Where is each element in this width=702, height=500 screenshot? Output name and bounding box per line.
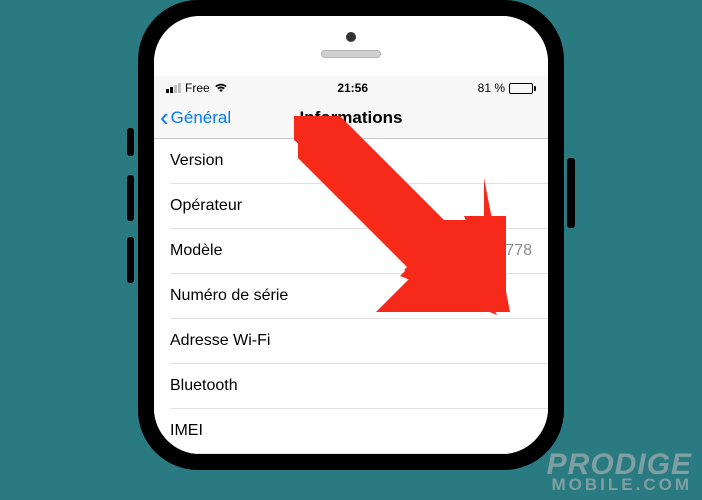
row-label: Opérateur: [170, 197, 242, 215]
row-label: Numéro de série: [170, 287, 288, 305]
row-label: IMEI: [170, 422, 203, 440]
back-label: Général: [171, 108, 231, 128]
row-label: Bluetooth: [170, 377, 238, 395]
signal-icon: [166, 83, 181, 93]
phone-frame: Free 21:56 81 %: [138, 0, 564, 470]
status-bar: Free 21:56 81 %: [154, 76, 548, 98]
chevron-left-icon: ‹: [160, 110, 169, 126]
screen: Free 21:56 81 %: [154, 76, 548, 454]
row-serial[interactable]: Numéro de série: [170, 274, 548, 319]
battery-percent: 81 %: [478, 81, 505, 95]
clock: 21:56: [337, 81, 368, 95]
row-model[interactable]: Modèle A1778: [170, 229, 548, 274]
front-camera: [346, 32, 356, 42]
mute-switch: [127, 128, 134, 156]
row-label: Adresse Wi-Fi: [170, 332, 270, 350]
battery-icon: [509, 83, 536, 94]
navigation-bar: ‹ Général Informations: [154, 98, 548, 139]
carrier-label: Free: [185, 81, 210, 95]
power-button: [567, 158, 575, 228]
row-imei[interactable]: IMEI: [170, 409, 548, 454]
wifi-icon: [214, 82, 228, 95]
watermark: PRODIGE MOBILE.COM: [547, 452, 692, 492]
watermark-line-2: MOBILE.COM: [547, 478, 692, 492]
volume-down-button: [127, 237, 134, 283]
row-wifi-address[interactable]: Adresse Wi-Fi: [170, 319, 548, 364]
row-value: A1778: [486, 242, 532, 260]
settings-list: Version Opérateur Modèle A1778 Numéro de…: [154, 139, 548, 454]
back-button[interactable]: ‹ Général: [160, 108, 231, 128]
volume-up-button: [127, 175, 134, 221]
row-operator[interactable]: Opérateur: [170, 184, 548, 229]
earpiece-speaker: [321, 50, 381, 58]
row-label: Modèle: [170, 242, 222, 260]
row-label: Version: [170, 152, 223, 170]
row-bluetooth[interactable]: Bluetooth: [170, 364, 548, 409]
watermark-line-1: PRODIGE: [547, 452, 692, 478]
row-version[interactable]: Version: [170, 139, 548, 184]
